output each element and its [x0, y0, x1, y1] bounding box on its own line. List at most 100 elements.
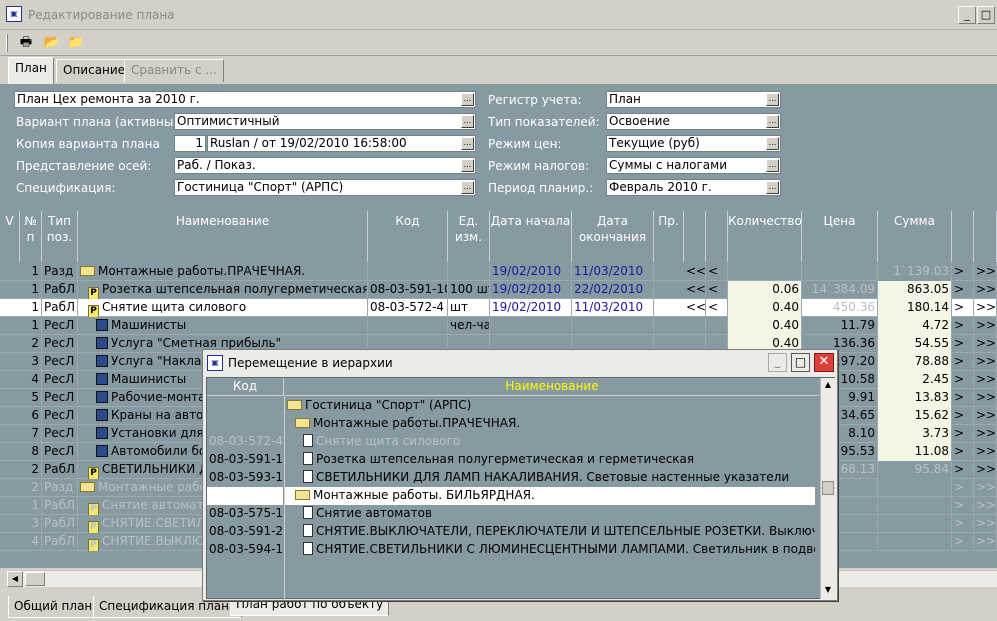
- cell-d[interactable]: >>: [974, 515, 997, 533]
- cell-end[interactable]: 22/02/2010: [572, 281, 654, 299]
- print-icon[interactable]: 🖶: [16, 33, 36, 53]
- col-b-header[interactable]: [706, 211, 728, 262]
- tree-item[interactable]: 08-03-575-1 Снятие автоматов: [207, 505, 819, 523]
- cell-type[interactable]: Разд: [42, 479, 78, 497]
- period-field[interactable]: Февраль 2010 г....: [606, 179, 781, 196]
- ellipsis-button[interactable]: ...: [766, 181, 779, 194]
- cell-d[interactable]: >>: [974, 299, 997, 317]
- cell-start[interactable]: [490, 317, 572, 335]
- cell-c[interactable]: >: [952, 317, 974, 335]
- col-v-header[interactable]: V: [0, 211, 20, 262]
- dialog-col-code-header[interactable]: Код: [207, 378, 284, 396]
- ellipsis-button[interactable]: ...: [766, 137, 779, 150]
- scroll-thumb[interactable]: [25, 572, 45, 586]
- cell-b[interactable]: <: [706, 281, 728, 299]
- cell-d[interactable]: >>: [974, 407, 997, 425]
- register-field[interactable]: План...: [606, 91, 781, 108]
- cell-end[interactable]: 11/03/2010: [572, 263, 654, 281]
- dialog-vertical-scrollbar[interactable]: ▲ ▼: [820, 378, 835, 599]
- cell-code[interactable]: 08-03-572-4: [368, 299, 448, 317]
- cell-c[interactable]: >: [952, 389, 974, 407]
- cell-sum[interactable]: 4.72: [878, 317, 952, 335]
- tab-description[interactable]: Описание: [56, 59, 133, 82]
- cell-a[interactable]: <<: [684, 281, 706, 299]
- cell-n[interactable]: 1: [20, 317, 42, 335]
- cell-type[interactable]: РесЛ: [42, 317, 78, 335]
- cell-c[interactable]: >: [952, 299, 974, 317]
- cell-unit[interactable]: [448, 263, 490, 281]
- cell-code[interactable]: [368, 263, 448, 281]
- axes-field[interactable]: Раб. / Показ....: [174, 157, 476, 174]
- cell-unit[interactable]: 100 шт: [448, 281, 490, 299]
- tree-item[interactable]: Монтажные работы.ПРАЧЕЧНАЯ.: [207, 415, 819, 433]
- col-code-header[interactable]: Код: [368, 211, 448, 262]
- scroll-down-icon[interactable]: ▼: [821, 583, 835, 598]
- cell-n[interactable]: 3: [20, 515, 42, 533]
- cell-c[interactable]: >: [952, 371, 974, 389]
- cell-sum[interactable]: [878, 533, 952, 551]
- cell-type[interactable]: Разд: [42, 263, 78, 281]
- minimize-icon[interactable]: _: [768, 353, 787, 372]
- cell-type[interactable]: РабЛ: [42, 515, 78, 533]
- ellipsis-button[interactable]: ...: [461, 93, 474, 106]
- cell-a[interactable]: <<: [684, 263, 706, 281]
- col-start-header[interactable]: Дата начала: [490, 211, 572, 262]
- taxes-field[interactable]: Суммы с налогами...: [606, 157, 781, 174]
- cell-c[interactable]: >: [952, 335, 974, 353]
- cell-type[interactable]: РесЛ: [42, 371, 78, 389]
- tree-item[interactable]: 08-03-591-2 СНЯТИЕ.ВЫКЛЮЧАТЕЛИ, ПЕРЕКЛЮЧА…: [207, 523, 819, 541]
- cell-start[interactable]: 19/02/2010: [490, 263, 572, 281]
- indicators-field[interactable]: Освоение...: [606, 113, 781, 130]
- tab-general-plan[interactable]: Общий план: [8, 596, 99, 618]
- cell-sum[interactable]: 863.05: [878, 281, 952, 299]
- cell-type[interactable]: РабЛ: [42, 281, 78, 299]
- cell-type[interactable]: РесЛ: [42, 443, 78, 461]
- col-type-header[interactable]: Тип поз.: [42, 211, 78, 262]
- cell-qty[interactable]: 0.06: [728, 281, 802, 299]
- cell-c[interactable]: >: [952, 443, 974, 461]
- col-d-header[interactable]: [974, 211, 997, 262]
- tab-compare[interactable]: Сравнить с ...: [124, 59, 224, 82]
- cell-price[interactable]: 450.36: [802, 299, 878, 317]
- maximize-button[interactable]: □: [977, 6, 995, 24]
- cell-d[interactable]: >>: [974, 479, 997, 497]
- ellipsis-button[interactable]: ...: [766, 115, 779, 128]
- table-row[interactable]: 1 РабЛ P Розетка штепсельная полугерметичес…: [0, 281, 997, 299]
- plan-name-field[interactable]: План Цех ремонта за 2010 г....: [14, 91, 476, 108]
- cell-name[interactable]: P Снятие щита силового: [78, 299, 368, 317]
- cell-d[interactable]: >>: [974, 281, 997, 299]
- cell-type[interactable]: РесЛ: [42, 425, 78, 443]
- cell-type[interactable]: РабЛ: [42, 533, 78, 551]
- cell-name[interactable]: P Розетка штепсельная полугерметическая и: [78, 281, 368, 299]
- cell-code[interactable]: 08-03-591-10: [368, 281, 448, 299]
- cell-end[interactable]: [572, 317, 654, 335]
- cell-a[interactable]: <<: [684, 299, 706, 317]
- cell-sum[interactable]: 15.62: [878, 407, 952, 425]
- cell-price[interactable]: 14`384.09: [802, 281, 878, 299]
- cell-type[interactable]: РесЛ: [42, 389, 78, 407]
- cell-d[interactable]: >>: [974, 317, 997, 335]
- cell-d[interactable]: >>: [974, 389, 997, 407]
- cell-end[interactable]: 11/03/2010: [572, 299, 654, 317]
- cell-b[interactable]: <: [706, 263, 728, 281]
- cell-n[interactable]: 5: [20, 389, 42, 407]
- col-c-header[interactable]: [952, 211, 974, 262]
- table-row[interactable]: 1 РесЛ Машинисты чел-ча 0.40 11.79 4.72 > >>: [0, 317, 997, 335]
- cell-c[interactable]: >: [952, 497, 974, 515]
- cell-sum[interactable]: [878, 515, 952, 533]
- cell-c[interactable]: >: [952, 479, 974, 497]
- cell-sum[interactable]: 11.08: [878, 443, 952, 461]
- cell-d[interactable]: >>: [974, 371, 997, 389]
- cell-d[interactable]: >>: [974, 443, 997, 461]
- cell-sum[interactable]: 78.88: [878, 353, 952, 371]
- col-end-header[interactable]: Дата окончания: [572, 211, 654, 262]
- ellipsis-button[interactable]: ...: [461, 159, 474, 172]
- cell-sum[interactable]: 3.73: [878, 425, 952, 443]
- cell-n[interactable]: 1: [20, 263, 42, 281]
- col-pr-header[interactable]: Пр.: [654, 211, 684, 262]
- minimize-button[interactable]: _: [958, 6, 976, 24]
- variant-field[interactable]: Оптимистичный...: [174, 113, 476, 130]
- scroll-up-icon[interactable]: ▲: [821, 378, 835, 393]
- cell-sum[interactable]: [878, 497, 952, 515]
- tree-item[interactable]: Монтажные работы. БИЛЬЯРДНАЯ.: [207, 487, 819, 505]
